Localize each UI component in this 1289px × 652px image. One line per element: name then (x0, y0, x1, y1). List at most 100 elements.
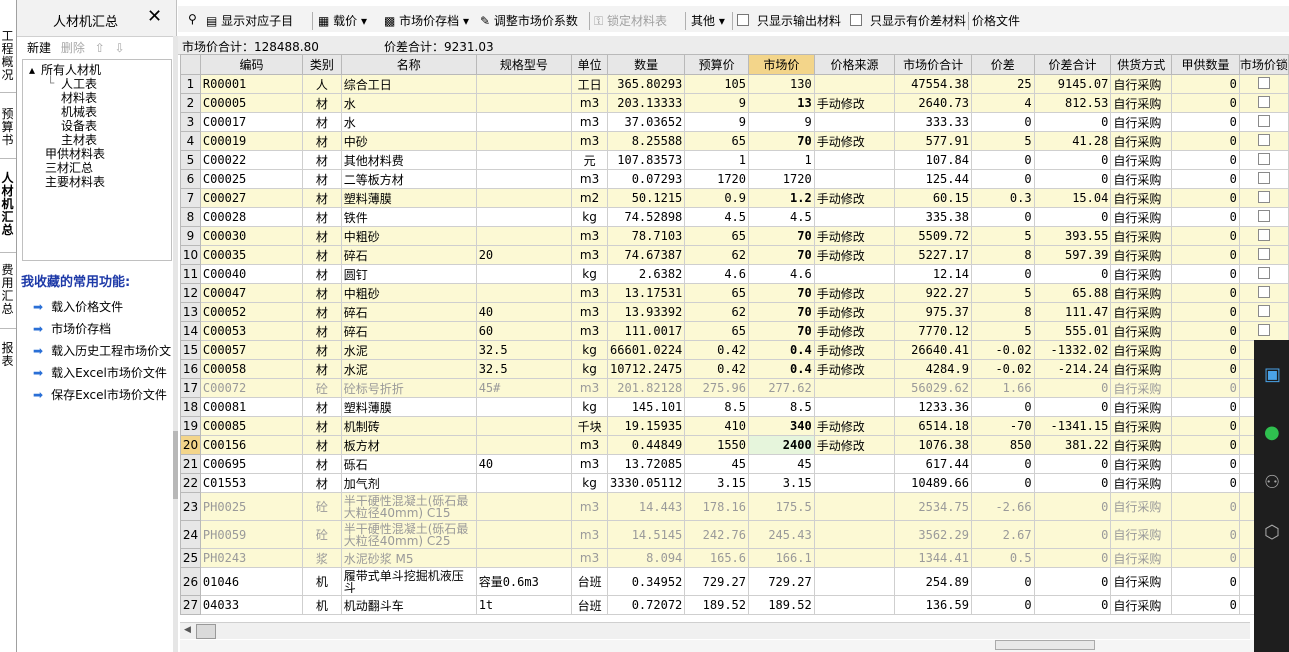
cell-supply-method[interactable]: 自行采购 (1110, 283, 1173, 303)
cell-diff-total[interactable]: 0 (1033, 492, 1112, 521)
cell-spec[interactable]: 20 (475, 245, 573, 265)
cell-price-source[interactable] (813, 74, 896, 94)
favorite-load-price-file[interactable]: ➡ 载入价格文件 (33, 298, 123, 315)
cell-diff-total[interactable]: 597.39 (1033, 245, 1112, 265)
favorite-save-excel-market-price[interactable]: ➡ 保存Excel市场价文件 (33, 386, 167, 403)
cell-name[interactable]: 中砂 (340, 131, 477, 151)
cell-code[interactable]: C01553 (199, 473, 303, 493)
diff-total-header[interactable]: 价差合计 (1033, 54, 1112, 75)
cell-name[interactable]: 碎石 (340, 302, 477, 322)
row-number[interactable]: 20 (180, 435, 201, 455)
cell-unit[interactable]: m2 (571, 188, 609, 208)
table-row[interactable]: 1 R00001 人综合工日 工日 365.80293 105 130 47554.38 25 9… (180, 74, 1289, 94)
cell-diff-total[interactable]: 0 (1033, 473, 1112, 493)
lock-checkbox[interactable] (1257, 323, 1270, 336)
cell-quantity[interactable]: 50.1215 (607, 188, 686, 208)
cell-owner-qty[interactable]: 0 (1171, 595, 1240, 615)
cell-owner-qty[interactable]: 0 (1171, 93, 1240, 113)
new-button[interactable]: 新建 (27, 41, 51, 55)
cell-unit[interactable]: m3 (571, 131, 609, 151)
row-number[interactable]: 25 (180, 548, 201, 568)
cell-price-lock[interactable] (1238, 169, 1289, 189)
cell-code[interactable]: C00005 (199, 93, 303, 113)
table-row[interactable]: 24 PH0059 砼半干硬性混凝土(砾石最大粒径40mm) C25 m3 14.514… (180, 520, 1289, 549)
cell-name[interactable]: 机动翻斗车 (340, 595, 477, 615)
row-number[interactable]: 8 (180, 207, 201, 227)
lock-checkbox[interactable] (1257, 266, 1270, 279)
cell-diff-total[interactable]: -214.24 (1033, 359, 1112, 379)
lock-checkbox[interactable] (1257, 152, 1270, 165)
cell-supply-method[interactable]: 自行采购 (1110, 492, 1173, 521)
cell-price-diff[interactable]: 850 (970, 435, 1035, 455)
cell-market-total[interactable]: 254.89 (894, 567, 972, 596)
cell-diff-total[interactable]: 9145.07 (1033, 74, 1112, 94)
cell-category[interactable]: 材 (301, 112, 342, 132)
cell-category[interactable]: 材 (301, 435, 342, 455)
cell-category[interactable]: 材 (301, 131, 342, 151)
cell-market-total[interactable]: 5227.17 (894, 245, 972, 265)
cell-supply-method[interactable]: 自行采购 (1110, 207, 1173, 227)
cell-category[interactable]: 材 (301, 416, 342, 436)
lock-checkbox[interactable] (1257, 285, 1270, 298)
row-number[interactable]: 4 (180, 131, 201, 151)
cell-supply-method[interactable]: 自行采购 (1110, 416, 1173, 436)
cell-owner-qty[interactable]: 0 (1171, 492, 1240, 521)
cell-price-diff[interactable]: -0.02 (970, 340, 1035, 360)
table-row[interactable]: 22 C01553 材加气剂 kg 3330.05112 3.15 3.15 10489.66… (180, 473, 1289, 493)
cell-category[interactable]: 浆 (301, 548, 342, 568)
row-number[interactable]: 16 (180, 359, 201, 379)
table-row[interactable]: 3 C00017 材水 m3 37.03652 9 9 333.33 0 0 自行采购 0 (180, 112, 1289, 132)
cell-market-price[interactable]: 130 (748, 74, 815, 94)
cell-category[interactable]: 材 (301, 340, 342, 360)
cell-code[interactable]: PH0025 (199, 492, 303, 521)
cell-supply-method[interactable]: 自行采购 (1110, 302, 1173, 322)
move-up-icon[interactable]: ⇧ (95, 41, 105, 55)
cell-budget-price[interactable]: 0.42 (684, 340, 749, 360)
cell-quantity[interactable]: 8.25588 (607, 131, 686, 151)
cell-unit[interactable]: 台班 (571, 595, 609, 615)
cell-supply-method[interactable]: 自行采购 (1110, 74, 1173, 94)
cell-owner-qty[interactable]: 0 (1171, 74, 1240, 94)
budget-price-header[interactable]: 预算价 (684, 54, 749, 75)
cell-spec[interactable] (475, 264, 573, 284)
table-row[interactable]: 18 C00081 材塑料薄膜 kg 145.101 8.5 8.5 1233.36 0 0 自行采… (180, 397, 1289, 417)
cell-price-source[interactable] (813, 150, 896, 170)
cell-unit[interactable]: 台班 (571, 567, 609, 596)
cell-market-total[interactable]: 335.38 (894, 207, 972, 227)
cell-spec[interactable] (475, 188, 573, 208)
cell-price-diff[interactable]: 8 (970, 245, 1035, 265)
cell-unit[interactable]: 千块 (571, 416, 609, 436)
cell-price-diff[interactable]: 0.3 (970, 188, 1035, 208)
cell-owner-qty[interactable]: 0 (1171, 340, 1240, 360)
cell-price-diff[interactable]: 0 (970, 595, 1035, 615)
cell-owner-qty[interactable]: 0 (1171, 397, 1240, 417)
row-number[interactable]: 22 (180, 473, 201, 493)
cell-owner-qty[interactable]: 0 (1171, 321, 1240, 341)
cell-name[interactable]: 砼标号折折 (340, 378, 477, 398)
cell-price-lock[interactable] (1238, 93, 1289, 113)
cell-name[interactable]: 中粗砂 (340, 283, 477, 303)
row-number[interactable]: 18 (180, 397, 201, 417)
cell-owner-qty[interactable]: 0 (1171, 520, 1240, 549)
row-number[interactable]: 12 (180, 283, 201, 303)
load-price-button[interactable]: ▦ 载价 ▾ (318, 12, 367, 29)
cell-market-total[interactable]: 56029.62 (894, 378, 972, 398)
cell-market-price[interactable]: 9 (748, 112, 815, 132)
row-number[interactable]: 2 (180, 93, 201, 113)
table-row[interactable]: 5 C00022 材其他材料费元 107.83573 1 1 107.84 0 0 自行采购 0 (180, 150, 1289, 170)
cell-market-total[interactable]: 125.44 (894, 169, 972, 189)
cell-price-diff[interactable]: 5 (970, 283, 1035, 303)
table-row[interactable]: 6 C00025 材二等板方材 m3 0.07293 1720 1720 125.44 0 0 自行… (180, 169, 1289, 189)
row-number-header[interactable] (180, 54, 201, 75)
cell-name[interactable]: 半干硬性混凝土(砾石最大粒径40mm) C15 (340, 492, 477, 521)
cell-budget-price[interactable]: 45 (684, 454, 749, 474)
cell-quantity[interactable]: 0.34952 (607, 567, 686, 596)
cell-quantity[interactable]: 10712.2475 (607, 359, 686, 379)
cell-name[interactable]: 综合工日 (340, 74, 477, 94)
cell-price-source[interactable] (813, 567, 896, 596)
show-sub-items-button[interactable]: ▤ 显示对应子目 (206, 12, 293, 29)
adjust-coefficient-button[interactable]: ✎ 调整市场价系数 (480, 12, 578, 29)
cell-name[interactable]: 塑料薄膜 (340, 188, 477, 208)
cell-price-diff[interactable]: 0 (970, 397, 1035, 417)
table-row[interactable]: 10 C00035 材碎石 20 m3 74.67387 62 70 手动修改 5227.17 8 5… (180, 245, 1289, 265)
